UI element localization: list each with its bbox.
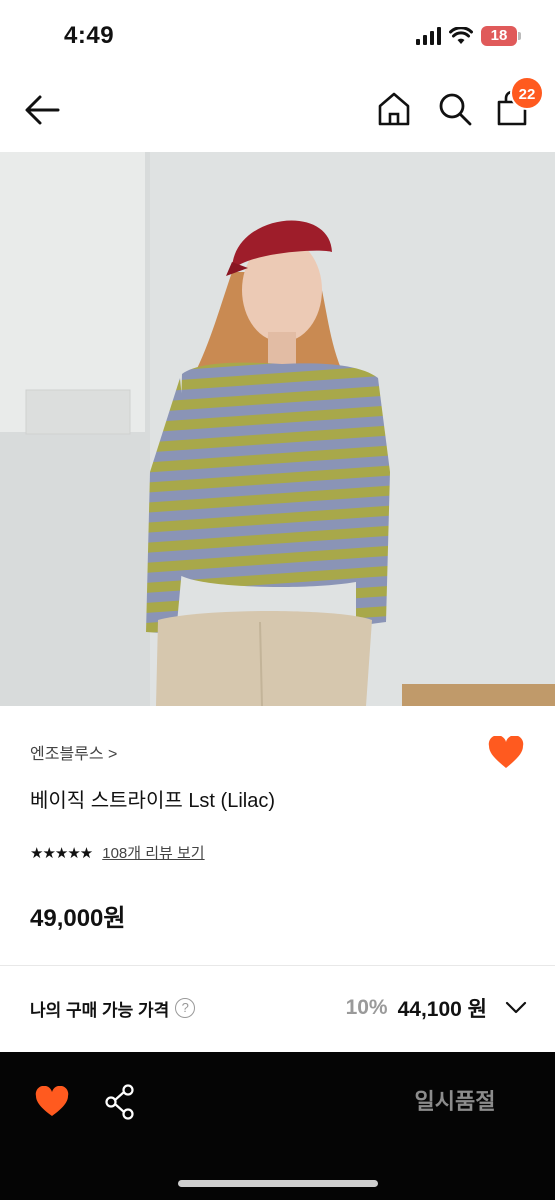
- share-icon[interactable]: [104, 1084, 136, 1120]
- signal-icon: [416, 27, 441, 45]
- cart-count-badge: 22: [510, 76, 544, 110]
- my-price-value: 44,100 원: [397, 998, 487, 1021]
- status-bar: 4:49 18: [0, 0, 555, 70]
- review-link[interactable]: 108개 리뷰 보기: [102, 842, 204, 863]
- home-indicator: [178, 1180, 378, 1187]
- status-time: 4:49: [64, 22, 115, 49]
- search-icon[interactable]: [436, 90, 474, 128]
- product-image[interactable]: [0, 152, 555, 706]
- sold-out-button[interactable]: 일시품절: [395, 1084, 515, 1120]
- help-icon[interactable]: ?: [175, 998, 196, 1018]
- chevron-down-icon: [505, 1001, 527, 1014]
- my-price-toggle[interactable]: 10% 44,100 원: [346, 993, 527, 1023]
- nav-bar: 22: [0, 70, 555, 152]
- divider: [0, 965, 555, 966]
- my-price-label: 나의 구매 가능 가격: [30, 1000, 170, 1020]
- battery-level: 18: [490, 27, 508, 44]
- wifi-icon: [449, 27, 473, 44]
- product-price: 49,000원: [30, 905, 126, 932]
- product-name: 베이직 스트라이프 Lst (Lilac): [30, 790, 276, 812]
- rating-row: ★★★★★ 108개 리뷰 보기: [30, 842, 205, 863]
- bottom-action-bar: 일시품절: [0, 1052, 555, 1200]
- brand-link[interactable]: 엔조블루스 >: [30, 740, 117, 764]
- battery-indicator: 18: [481, 26, 521, 46]
- my-price-row: 나의 구매 가능 가격 ? 10% 44,100 원: [30, 988, 527, 1028]
- discount-rate: 10%: [345, 996, 388, 1019]
- star-rating: ★★★★★: [30, 844, 93, 862]
- heart-icon[interactable]: [487, 736, 525, 770]
- home-icon[interactable]: [376, 90, 412, 128]
- status-icons: 18: [416, 26, 521, 46]
- back-arrow-icon[interactable]: [22, 92, 62, 128]
- heart-icon[interactable]: [34, 1086, 70, 1118]
